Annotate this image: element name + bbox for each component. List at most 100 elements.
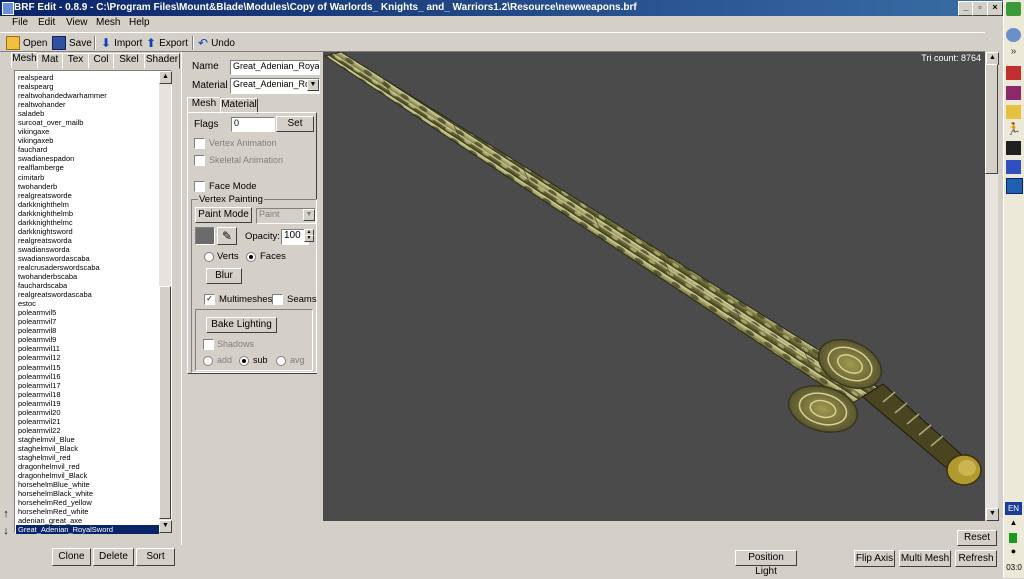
list-item[interactable]: polearmvil18 bbox=[16, 390, 159, 399]
chevron-right-icon[interactable]: » bbox=[1006, 46, 1021, 60]
paint-mode-button[interactable]: Paint Mode bbox=[195, 207, 252, 223]
scroll-down-icon[interactable]: ▼ bbox=[986, 508, 999, 521]
multimeshes-checkbox[interactable]: ✓ bbox=[204, 294, 215, 305]
list-item[interactable]: polearmvil20 bbox=[16, 408, 159, 417]
list-item[interactable]: realspeard bbox=[16, 73, 159, 82]
list-item[interactable]: surcoat_over_mailb bbox=[16, 118, 159, 127]
spin-down-icon[interactable]: ▼ bbox=[304, 235, 314, 242]
list-item[interactable]: darkknighthelmc bbox=[16, 218, 159, 227]
mesh-viewport[interactable]: Tri count: 8764 bbox=[323, 52, 985, 521]
menu-file[interactable]: File bbox=[12, 17, 28, 28]
list-item[interactable]: realspearg bbox=[16, 82, 159, 91]
list-item[interactable]: darkknighthelm bbox=[16, 200, 159, 209]
scroll-down-icon[interactable]: ▼ bbox=[159, 520, 172, 533]
faces-radio[interactable] bbox=[246, 252, 256, 262]
undo-button[interactable]: ↶ Undo bbox=[198, 35, 235, 51]
list-item[interactable]: estoc bbox=[16, 299, 159, 308]
flags-field[interactable]: 0 bbox=[231, 117, 275, 132]
mesh-list[interactable]: realspeard realspearg realtwohandedwarhamm… bbox=[14, 70, 172, 535]
set-button[interactable]: Set bbox=[276, 116, 314, 132]
import-button[interactable]: ⬇ Import bbox=[101, 35, 142, 51]
list-item[interactable]: vikingaxeb bbox=[16, 136, 159, 145]
list-item[interactable]: polearmvil9 bbox=[16, 335, 159, 344]
flip-axis-button[interactable]: Flip Axis bbox=[854, 550, 895, 567]
eyedropper-icon[interactable]: ✎ bbox=[217, 227, 237, 245]
mesh-list-scrollbar[interactable]: ▲ ▼ bbox=[159, 71, 172, 533]
open-button[interactable]: Open bbox=[6, 35, 47, 51]
menu-help[interactable]: Help bbox=[129, 17, 150, 28]
list-item[interactable]: horsehelmBlue_white bbox=[16, 480, 159, 489]
menu-edit[interactable]: Edit bbox=[38, 17, 55, 28]
export-button[interactable]: ⬆ Export bbox=[146, 35, 188, 51]
list-item[interactable]: polearmvil11 bbox=[16, 344, 159, 353]
list-item[interactable]: polearmvil22 bbox=[16, 426, 159, 435]
list-item[interactable]: polearmvil16 bbox=[16, 372, 159, 381]
list-item[interactable]: realcrusaderswordscaba bbox=[16, 263, 159, 272]
list-item[interactable]: realgreatsworda bbox=[16, 236, 159, 245]
list-item[interactable]: swadianswordascaba bbox=[16, 254, 159, 263]
paint-select[interactable]: Paint ▼ bbox=[256, 208, 316, 224]
list-item[interactable]: polearmvil12 bbox=[16, 353, 159, 362]
list-item[interactable]: darkknighthelmb bbox=[16, 209, 159, 218]
list-item[interactable]: darkknightsword bbox=[16, 227, 159, 236]
tray-icon[interactable]: ● bbox=[1006, 546, 1021, 560]
clone-button[interactable]: Clone bbox=[52, 548, 91, 566]
list-item[interactable]: saladeb bbox=[16, 109, 159, 118]
face-color-swatch[interactable] bbox=[195, 227, 215, 245]
face-mode-checkbox[interactable] bbox=[194, 181, 205, 192]
save-button[interactable]: Save bbox=[52, 35, 92, 51]
list-item[interactable]: staghelmvil_red bbox=[16, 453, 159, 462]
multi-mesh-button[interactable]: Multi Mesh bbox=[899, 550, 951, 567]
name-field[interactable]: Great_Adenian_Royal bbox=[230, 60, 320, 75]
list-item[interactable]: staghelmvil_Blue bbox=[16, 435, 159, 444]
list-item[interactable]: fauchardscaba bbox=[16, 281, 159, 290]
list-item[interactable]: staghelmvil_Black bbox=[16, 444, 159, 453]
runner-icon[interactable]: 🏃 bbox=[1006, 122, 1021, 136]
seams-checkbox[interactable] bbox=[272, 294, 283, 305]
list-item[interactable]: realtwohandedwarhammer bbox=[16, 91, 159, 100]
browser-icon[interactable] bbox=[1006, 28, 1021, 42]
move-up-arrow-icon[interactable]: ↑ bbox=[1, 508, 11, 522]
list-item[interactable]: realgreatswordascaba bbox=[16, 290, 159, 299]
opacity-spinner[interactable]: ▲ ▼ bbox=[304, 229, 314, 243]
list-item[interactable]: adenian_great_axe bbox=[16, 516, 159, 525]
bake-lighting-button[interactable]: Bake Lighting bbox=[206, 317, 277, 333]
list-item[interactable]: fauchard bbox=[16, 145, 159, 154]
scroll-thumb[interactable] bbox=[985, 64, 998, 174]
refresh-button[interactable]: Refresh bbox=[955, 550, 997, 567]
move-down-arrow-icon[interactable]: ↓ bbox=[1, 525, 11, 539]
language-indicator[interactable]: EN bbox=[1005, 502, 1022, 515]
app-shortcut-icon[interactable] bbox=[1006, 66, 1021, 80]
chevron-down-icon[interactable]: ▼ bbox=[303, 209, 315, 221]
list-item[interactable]: realflamberge bbox=[16, 163, 159, 172]
verts-radio[interactable] bbox=[204, 252, 214, 262]
sub-radio[interactable] bbox=[239, 356, 249, 366]
scroll-up-icon[interactable]: ▲ bbox=[159, 71, 172, 84]
shadows-checkbox[interactable] bbox=[203, 339, 214, 350]
list-item[interactable]: realtwohander bbox=[16, 100, 159, 109]
app-shortcut-icon[interactable] bbox=[1006, 141, 1021, 155]
list-item[interactable]: horsehelmRed_white bbox=[16, 507, 159, 516]
list-item[interactable]: twohanderbscaba bbox=[16, 272, 159, 281]
app-shortcut-icon[interactable] bbox=[1006, 86, 1021, 100]
list-item[interactable]: polearmvil19 bbox=[16, 399, 159, 408]
vertex-animation-checkbox[interactable] bbox=[194, 138, 205, 149]
tab-shader[interactable]: Shader bbox=[144, 53, 180, 69]
reset-button[interactable]: Reset bbox=[957, 530, 997, 546]
tab-mesh[interactable]: Mesh bbox=[11, 52, 38, 68]
list-item[interactable]: polearmvil7 bbox=[16, 317, 159, 326]
chevron-up-icon[interactable]: ▲ bbox=[1006, 518, 1021, 532]
sort-button[interactable]: Sort bbox=[136, 548, 175, 566]
list-item[interactable]: twohanderb bbox=[16, 182, 159, 191]
maximize-button[interactable]: ▫ bbox=[972, 1, 988, 16]
start-icon[interactable] bbox=[1006, 2, 1021, 16]
list-item[interactable]: vikingaxe bbox=[16, 127, 159, 136]
list-item[interactable]: Great_Adenian_RoyalSword bbox=[16, 525, 159, 535]
list-item[interactable]: swadianespadon bbox=[16, 154, 159, 163]
blur-button[interactable]: Blur bbox=[206, 268, 242, 284]
close-button[interactable]: × bbox=[987, 1, 1003, 16]
avg-radio[interactable] bbox=[276, 356, 286, 366]
tab-skel[interactable]: Skel bbox=[113, 53, 145, 69]
list-item[interactable]: polearmvil5 bbox=[16, 308, 159, 317]
tab-mesh-props[interactable]: Mesh bbox=[187, 97, 221, 113]
